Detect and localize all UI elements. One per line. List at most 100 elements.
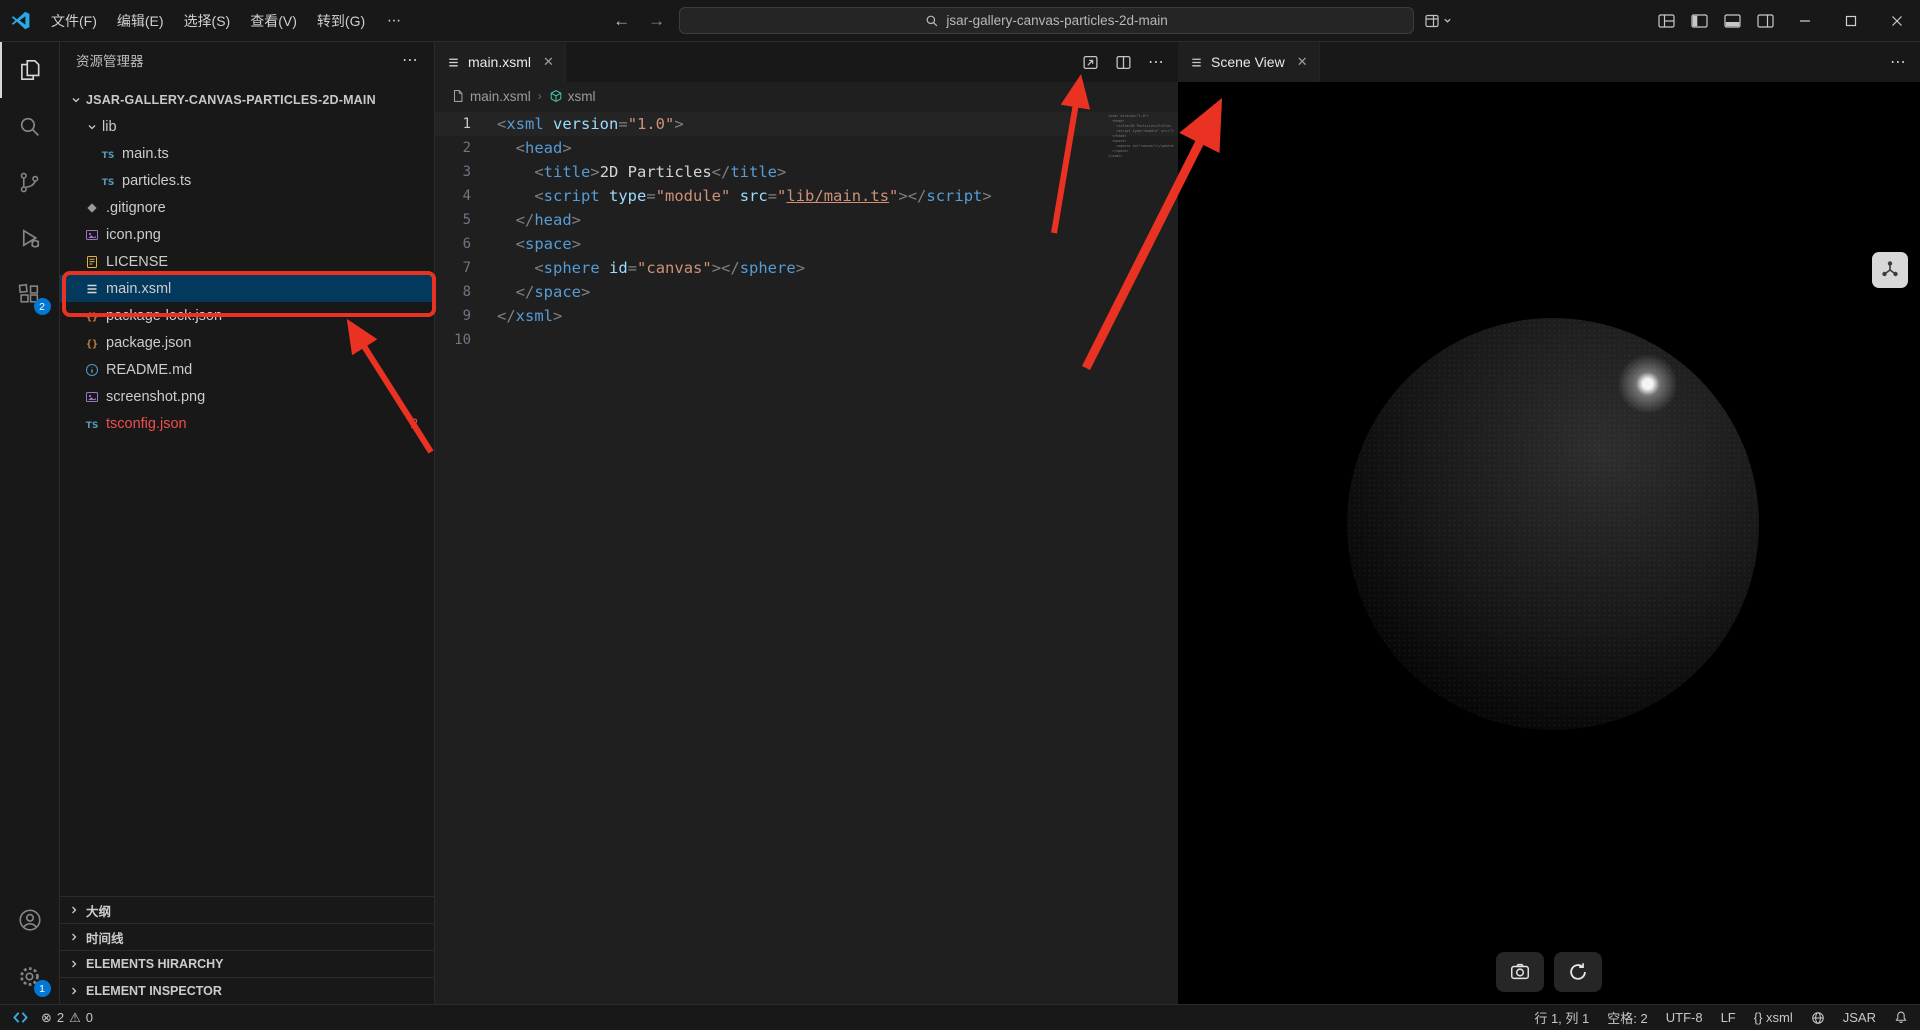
breadcrumb-symbol[interactable]: xsml xyxy=(549,89,596,104)
maximize-button[interactable] xyxy=(1828,0,1874,42)
svg-text:{}: {} xyxy=(86,339,98,350)
tree-item-lib[interactable]: lib xyxy=(60,113,434,140)
explorer-more-actions-icon[interactable]: ⋯ xyxy=(402,50,418,70)
scene-view-group: Scene View ✕ ⋯ xyxy=(1178,42,1920,1004)
code-line-7[interactable]: 7 <sphere id="canvas"></sphere> xyxy=(435,256,1178,280)
settings-gear-icon[interactable]: 1 xyxy=(0,948,60,1004)
editor-more-actions-icon[interactable]: ⋯ xyxy=(1148,52,1164,72)
scene-tab-bar: Scene View ✕ ⋯ xyxy=(1178,42,1920,82)
toggle-secondary-sidebar-icon[interactable] xyxy=(1749,6,1782,36)
particles-sphere[interactable] xyxy=(1347,318,1759,730)
source-control-icon[interactable] xyxy=(0,154,60,210)
code-line-8[interactable]: 8 </space> xyxy=(435,280,1178,304)
customize-layout-icon[interactable] xyxy=(1650,6,1683,36)
extensions-icon[interactable]: 2 xyxy=(0,266,60,322)
toggle-primary-sidebar-icon[interactable] xyxy=(1683,6,1716,36)
menu-bar: 文件(F)编辑(E)选择(S)查看(V)转到(G) xyxy=(41,11,375,31)
tree-item-.gitignore[interactable]: .gitignore xyxy=(60,194,434,221)
scene-viewport[interactable] xyxy=(1178,82,1920,1004)
tree-item-main.ts[interactable]: TSmain.ts xyxy=(60,140,434,167)
menu-item-4[interactable]: 转到(G) xyxy=(307,9,375,33)
scene-more-actions-icon[interactable]: ⋯ xyxy=(1890,52,1906,72)
tree-item-main.xsml[interactable]: main.xsml xyxy=(60,275,434,302)
command-center-search[interactable]: jsar-gallery-canvas-particles-2d-main xyxy=(679,7,1414,34)
toggle-panel-icon[interactable] xyxy=(1716,6,1749,36)
warning-icon: ⚠ xyxy=(69,1010,81,1026)
search-text: jsar-gallery-canvas-particles-2d-main xyxy=(946,13,1167,28)
ports-globe-icon[interactable] xyxy=(1811,1011,1825,1025)
breadcrumb-file[interactable]: main.xsml xyxy=(451,89,531,104)
close-window-button[interactable] xyxy=(1874,0,1920,42)
sidebar-panel-1[interactable]: 时间线 xyxy=(60,923,434,950)
code-line-9[interactable]: 9</xsml> xyxy=(435,304,1178,328)
problems-indicator[interactable]: ⊗ 2 ⚠ 0 xyxy=(41,1010,93,1026)
sidebar-panel-2[interactable]: ELEMENTS HIRARCHY xyxy=(60,950,434,977)
indentation[interactable]: 空格: 2 xyxy=(1607,1008,1647,1027)
tree-item-screenshot.png[interactable]: screenshot.png xyxy=(60,383,434,410)
breadcrumb-separator: › xyxy=(538,89,542,103)
tree-item-particles.ts[interactable]: TSparticles.ts xyxy=(60,167,434,194)
code-line-2[interactable]: 2 <head> xyxy=(435,136,1178,160)
menu-item-3[interactable]: 查看(V) xyxy=(240,9,307,33)
scene-capture-button[interactable] xyxy=(1496,952,1544,992)
menu-item-1[interactable]: 编辑(E) xyxy=(107,9,174,33)
cursor-position[interactable]: 行 1, 列 1 xyxy=(1534,1008,1589,1027)
title-bar: 文件(F)编辑(E)选择(S)查看(V)转到(G) ⋯ ← → jsar-gal… xyxy=(0,0,1920,42)
remote-indicator-icon[interactable] xyxy=(12,1010,29,1025)
run-debug-icon[interactable] xyxy=(0,210,60,266)
tab-scene-view[interactable]: Scene View ✕ xyxy=(1178,42,1320,82)
code-line-1[interactable]: 1<xsml version="1.0"> xyxy=(435,112,1178,136)
code-editor[interactable]: 1<xsml version="1.0">2 <head>3 <title>2D… xyxy=(435,110,1178,1004)
tree-item-package-lock.json[interactable]: {}package-lock.json xyxy=(60,302,434,329)
search-sidebar-icon[interactable] xyxy=(0,98,60,154)
eol-sequence[interactable]: LF xyxy=(1721,1010,1736,1025)
axes-gizmo-button[interactable] xyxy=(1872,252,1908,288)
tree-item-package.json[interactable]: {}package.json xyxy=(60,329,434,356)
code-line-6[interactable]: 6 <space> xyxy=(435,232,1178,256)
file-list-icon xyxy=(446,55,461,70)
explorer-title: 资源管理器 xyxy=(76,50,144,70)
tree-item-README.md[interactable]: README.md xyxy=(60,356,434,383)
tree-root-folder[interactable]: JSAR-GALLERY-CANVAS-PARTICLES-2D-MAIN xyxy=(60,86,434,113)
code-lines: 1<xsml version="1.0">2 <head>3 <title>2D… xyxy=(435,112,1178,352)
minimize-button[interactable] xyxy=(1782,0,1828,42)
breadcrumb: main.xsml › xsml xyxy=(435,82,1178,110)
extensions-badge: 2 xyxy=(34,298,51,315)
tree-item-tsconfig.json[interactable]: TStsconfig.json2 xyxy=(60,410,434,437)
explorer-icon[interactable] xyxy=(0,42,60,98)
encoding[interactable]: UTF-8 xyxy=(1666,1010,1703,1025)
file-icon xyxy=(451,89,465,103)
tab-close-icon[interactable]: ✕ xyxy=(543,54,554,70)
scene-reset-button[interactable] xyxy=(1554,952,1602,992)
tree-item-LICENSE[interactable]: LICENSE xyxy=(60,248,434,275)
menu-item-2[interactable]: 选择(S) xyxy=(174,9,241,33)
account-icon[interactable] xyxy=(0,892,60,948)
scene-tab-label: Scene View xyxy=(1211,54,1285,70)
notifications-bell-icon[interactable] xyxy=(1894,1010,1908,1025)
search-icon xyxy=(925,14,939,28)
code-line-3[interactable]: 3 <title>2D Particles</title> xyxy=(435,160,1178,184)
settings-badge: 1 xyxy=(34,980,51,997)
minimap[interactable]: <xsml version="1.0"> <head> <title>2D Pa… xyxy=(1108,114,1174,159)
menu-item-0[interactable]: 文件(F) xyxy=(41,9,107,33)
tree-item-icon.png[interactable]: icon.png xyxy=(60,221,434,248)
sidebar-bottom-panels: 大纲时间线ELEMENTS HIRARCHYELEMENT INSPECTOR xyxy=(60,896,434,1004)
history-forward-button[interactable]: → xyxy=(644,11,669,31)
sidebar-panel-3[interactable]: ELEMENT INSPECTOR xyxy=(60,977,434,1004)
split-editor-icon[interactable] xyxy=(1115,54,1132,71)
history-back-button[interactable]: ← xyxy=(609,11,634,31)
jsar-status[interactable]: JSAR xyxy=(1843,1010,1876,1025)
svg-text:TS: TS xyxy=(86,421,99,431)
menu-overflow-button[interactable]: ⋯ xyxy=(377,8,411,33)
language-mode[interactable]: {} xsml xyxy=(1754,1010,1793,1025)
code-line-4[interactable]: 4 <script type="module" src="lib/main.ts… xyxy=(435,184,1178,208)
status-bar: ⊗ 2 ⚠ 0 行 1, 列 1 空格: 2 UTF-8 LF {} xsml … xyxy=(0,1004,1920,1030)
code-line-5[interactable]: 5 </head> xyxy=(435,208,1178,232)
new-window-button[interactable] xyxy=(1424,13,1452,29)
scene-tab-close-icon[interactable]: ✕ xyxy=(1297,54,1308,70)
code-line-10[interactable]: 10 xyxy=(435,328,1178,352)
sidebar-panel-0[interactable]: 大纲 xyxy=(60,896,434,923)
open-scene-view-icon[interactable] xyxy=(1082,54,1099,71)
tab-main-xsml[interactable]: main.xsml ✕ xyxy=(435,42,566,82)
file-tree: JSAR-GALLERY-CANVAS-PARTICLES-2D-MAINlib… xyxy=(60,78,434,437)
